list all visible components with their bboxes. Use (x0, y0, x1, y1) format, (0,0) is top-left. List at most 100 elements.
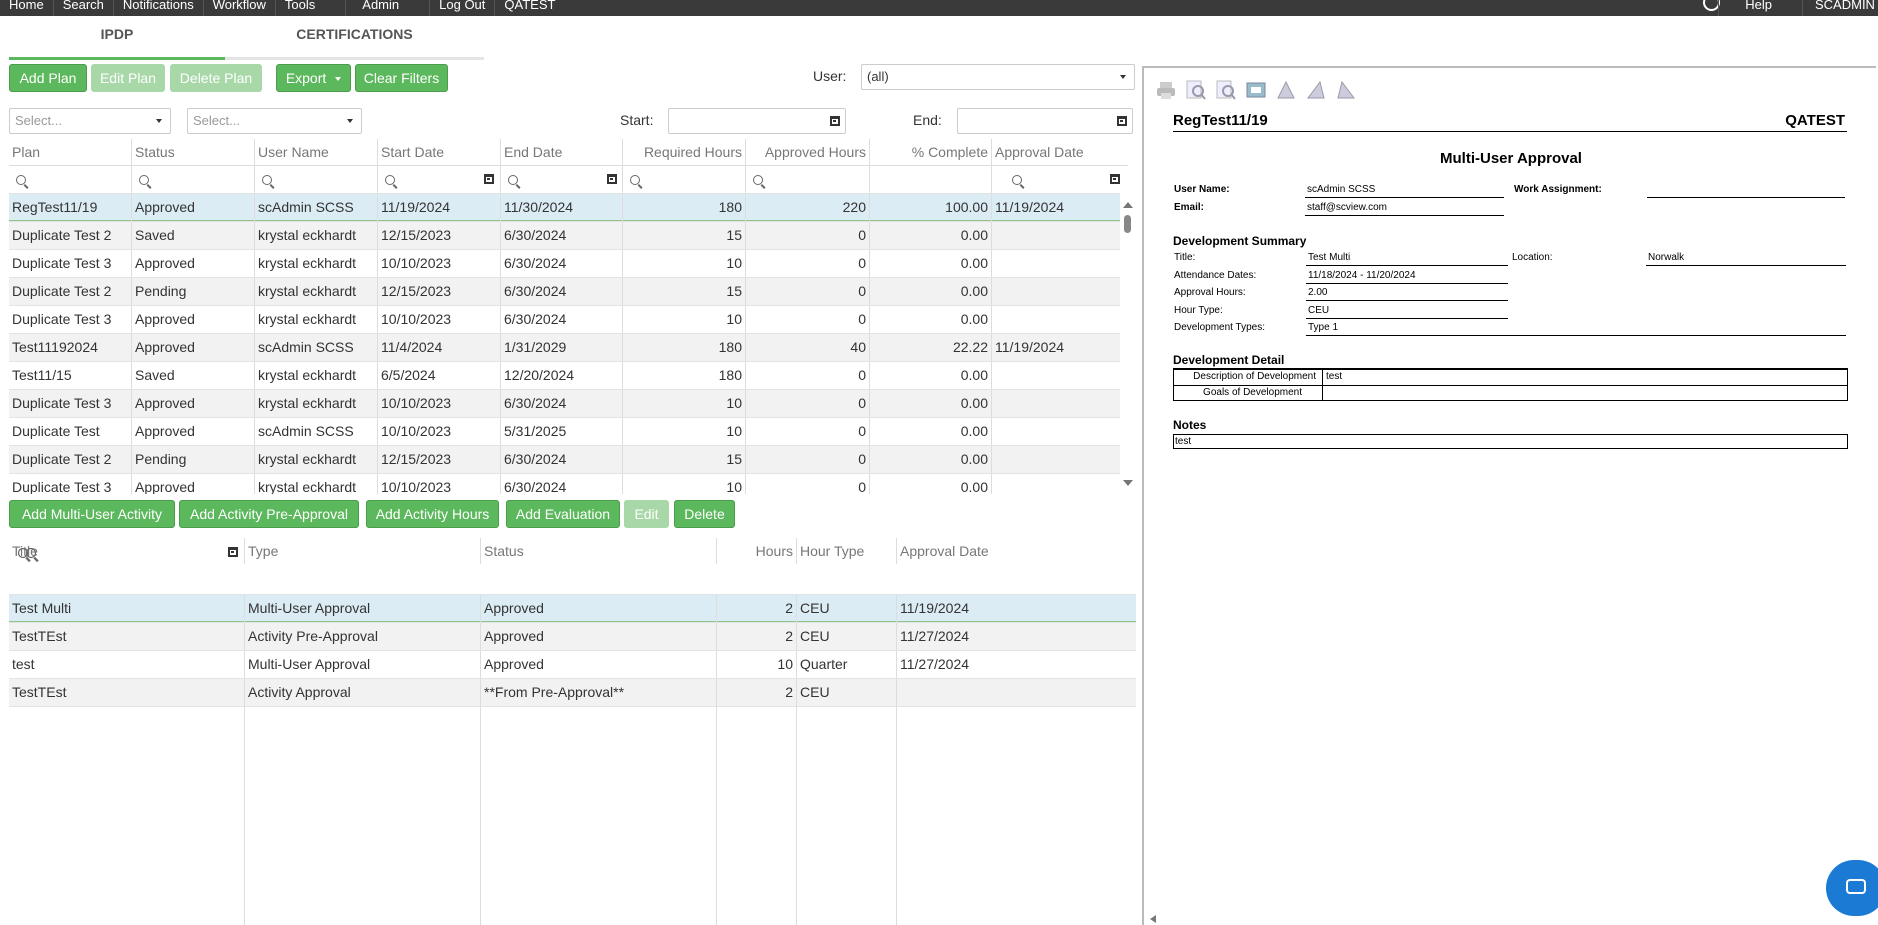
fit-page-icon[interactable] (1246, 80, 1266, 100)
add-evaluation-button[interactable]: Add Evaluation (506, 500, 620, 528)
plan-cell: 0 (746, 446, 870, 474)
col-required-hours[interactable]: Required Hours (623, 139, 746, 165)
filter-approval-date[interactable] (992, 165, 1128, 193)
status-filter-select[interactable]: Select... (9, 108, 171, 134)
plan-cell: 0.00 (870, 362, 992, 390)
activity-row[interactable]: Test Multi Multi-User Approval Approved 2 CE… (9, 594, 1136, 623)
filter-user-name[interactable] (255, 165, 378, 193)
nav-help[interactable]: Help (1718, 0, 1802, 16)
nav-user-menu[interactable]: SCADMIN (1802, 0, 1878, 16)
col-hours[interactable]: Hours (717, 538, 797, 564)
plan-row[interactable]: Duplicate Test 3 Approved krystal eckhardt… (9, 389, 1120, 418)
col-activity-status[interactable]: Status (481, 538, 717, 564)
col-user-name[interactable]: User Name (255, 139, 378, 165)
plan-row[interactable]: Test11192024 Approved scAdmin SCSS 11/4/202… (9, 333, 1120, 362)
plan-row[interactable]: Duplicate Test 3 Approved krystal eckhardt… (9, 305, 1120, 334)
scroll-down-icon[interactable] (1123, 480, 1133, 486)
filter-start-date[interactable] (378, 165, 501, 193)
add-multi-user-activity-button[interactable]: Add Multi-User Activity (9, 500, 175, 528)
user-select[interactable]: (all) (861, 64, 1135, 90)
filter-plan[interactable] (9, 165, 132, 193)
col-plan[interactable]: Plan (9, 139, 132, 165)
filter-percent-complete[interactable] (870, 165, 992, 193)
nav-admin[interactable]: Admin (346, 0, 431, 16)
calendar-icon[interactable] (484, 174, 494, 184)
top-nav-bar: Home Search Notifications Workflow Tools… (0, 0, 1878, 16)
tab-ipdp[interactable]: IPDP (9, 16, 225, 60)
activity-cell: **From Pre-Approval** (481, 679, 717, 707)
plan-row[interactable]: Duplicate Test 2 Saved krystal eckhardt 12/… (9, 221, 1120, 250)
activity-row[interactable]: TestTEst Activity Approval **From Pre-Appr… (9, 678, 1136, 707)
type-filter-select[interactable]: Select... (187, 108, 362, 134)
start-label: Start: (620, 112, 654, 128)
plan-cell: 11/30/2024 (501, 194, 623, 222)
calendar-icon[interactable] (1110, 174, 1120, 184)
user-name-label: User Name: (1174, 184, 1230, 195)
plan-row[interactable]: Duplicate Test 2 Pending krystal eckhardt 1… (9, 445, 1120, 474)
col-activity-approval-date[interactable]: Approval Date (897, 538, 1136, 564)
col-approved-hours[interactable]: Approved Hours (746, 139, 870, 165)
col-type[interactable]: Type (245, 538, 481, 564)
col-end-date[interactable]: End Date (501, 139, 623, 165)
calendar-icon[interactable] (1117, 116, 1127, 126)
edit-plan-button[interactable]: Edit Plan (91, 64, 165, 92)
col-percent-complete[interactable]: % Complete (870, 139, 992, 165)
horizontal-scroll-left-icon[interactable] (1150, 915, 1156, 923)
scroll-thumb[interactable] (1124, 215, 1131, 233)
plan-row[interactable]: Duplicate Test Approved scAdmin SCSS 10/10/… (9, 417, 1120, 446)
edit-activity-button[interactable]: Edit (624, 500, 669, 528)
add-activity-hours-button[interactable]: Add Activity Hours (366, 500, 499, 528)
start-date-input[interactable] (668, 108, 846, 134)
calendar-icon[interactable] (228, 547, 238, 557)
calendar-icon[interactable] (607, 174, 617, 184)
tab-certifications[interactable]: CERTIFICATIONS (225, 16, 484, 60)
clear-filters-button[interactable]: Clear Filters (355, 64, 448, 92)
chat-launcher-button[interactable] (1826, 860, 1878, 916)
first-page-icon[interactable] (1276, 80, 1296, 100)
zoom-out-icon[interactable] (1216, 80, 1236, 100)
activity-row[interactable]: test Multi-User Approval Approved 10 Quarter… (9, 650, 1136, 679)
plan-row[interactable]: RegTest11/19 Approved scAdmin SCSS 11/19/20… (9, 193, 1120, 222)
add-plan-button[interactable]: Add Plan (9, 64, 87, 92)
previous-page-icon[interactable] (1306, 80, 1326, 100)
plan-row[interactable]: Duplicate Test 2 Pending krystal eckhardt 1… (9, 277, 1120, 306)
delete-activity-button[interactable]: Delete (674, 500, 735, 528)
delete-plan-button[interactable]: Delete Plan (170, 64, 262, 92)
plan-cell: 6/30/2024 (501, 222, 623, 250)
nav-workflow[interactable]: Workflow (204, 0, 276, 16)
user-label: User: (813, 68, 847, 84)
col-approval-date[interactable]: Approval Date (992, 139, 1128, 165)
calendar-icon[interactable] (830, 116, 840, 126)
plan-row[interactable]: Duplicate Test 3 Approved krystal eckhardt… (9, 473, 1120, 494)
plans-scrollbar[interactable] (1120, 193, 1136, 494)
nav-notifications[interactable]: Notifications (114, 0, 204, 16)
activity-row[interactable]: TestTEst Activity Pre-Approval Approved 2 CE… (9, 622, 1136, 651)
col-status[interactable]: Status (132, 139, 255, 165)
plan-cell: Duplicate Test 3 (9, 474, 132, 494)
plan-cell: 220 (746, 194, 870, 222)
print-icon[interactable] (1156, 80, 1176, 100)
col-title[interactable]: Title (9, 538, 245, 564)
filter-approved-hours[interactable] (746, 165, 870, 193)
plan-row[interactable]: Test11/15 Saved krystal eckhardt 6/5/2024 12… (9, 361, 1120, 390)
nav-search[interactable]: Search (54, 0, 114, 16)
plan-cell (992, 390, 1120, 418)
plan-row[interactable]: Duplicate Test 3 Approved krystal eckhardt… (9, 249, 1120, 278)
plan-cell: 6/30/2024 (501, 306, 623, 334)
filter-status[interactable] (132, 165, 255, 193)
activity-cell: Multi-User Approval (245, 595, 481, 623)
add-activity-pre-approval-button[interactable]: Add Activity Pre-Approval (179, 500, 359, 528)
nav-tools[interactable]: Tools (276, 0, 347, 16)
filter-required-hours[interactable] (623, 165, 746, 193)
scroll-up-icon[interactable] (1123, 202, 1133, 208)
nav-logout[interactable]: Log Out (430, 0, 496, 16)
col-hour-type[interactable]: Hour Type (797, 538, 897, 564)
nav-home[interactable]: Home (0, 0, 54, 16)
filter-end-date[interactable] (501, 165, 623, 193)
export-button[interactable]: Export (276, 64, 351, 92)
next-page-icon[interactable] (1336, 80, 1356, 100)
plan-cell: 0.00 (870, 418, 992, 446)
end-date-input[interactable] (957, 108, 1133, 134)
zoom-in-icon[interactable] (1186, 80, 1206, 100)
col-start-date[interactable]: Start Date (378, 139, 501, 165)
